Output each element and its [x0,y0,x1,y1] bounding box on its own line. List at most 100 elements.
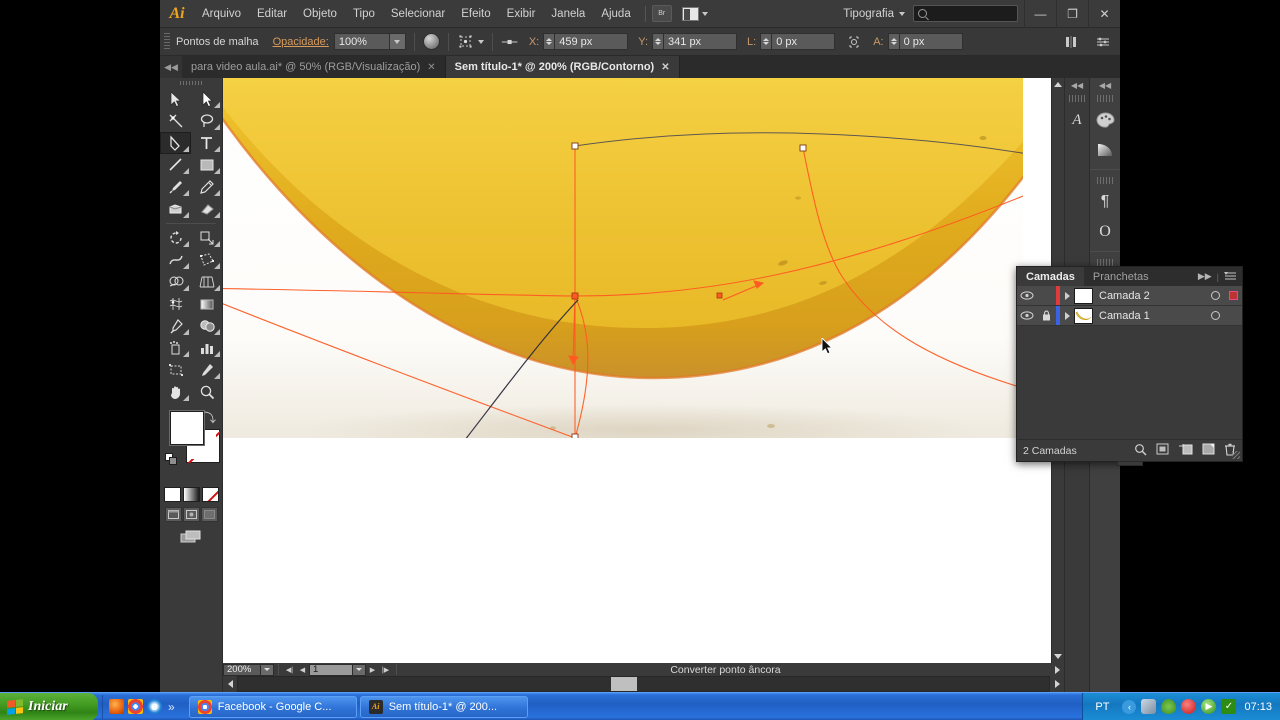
zoom-level-input[interactable]: 200% [223,663,261,676]
opacity-label[interactable]: Opacidade: [273,36,329,48]
scroll-up-icon[interactable] [1052,78,1064,91]
normal-screen-mode-button[interactable] [164,507,182,522]
full-screen-menubar-mode-button[interactable] [182,507,200,522]
tab-close-icon[interactable]: ✕ [661,62,669,73]
tool-shape-builder[interactable] [160,271,191,293]
tool-blend[interactable] [191,315,222,337]
glyphs-panel-icon[interactable]: O [1092,217,1118,247]
color-panel-icon[interactable] [1092,105,1118,135]
paragraph-panel-icon[interactable]: ¶ [1092,187,1118,217]
opacity-sphere-icon[interactable] [422,33,440,50]
security-alert-icon[interactable] [1181,699,1197,714]
panel-bottom-grip[interactable] [1116,461,1143,466]
first-artboard-button[interactable]: ◀| [283,664,296,676]
menu-selecionar[interactable]: Selecionar [383,0,453,28]
layer-visibility-icon[interactable] [1017,291,1037,300]
opacity-input[interactable]: 100% [333,33,390,50]
scroll-left-icon[interactable] [223,676,237,692]
toolbox-grip[interactable] [160,78,222,88]
tool-artboard[interactable] [160,359,191,381]
tool-symbol-sprayer[interactable] [160,337,191,359]
width-stepper[interactable] [760,33,772,50]
canvas-horizontal-scrollbar[interactable] [223,676,1064,692]
tool-scale[interactable] [191,227,222,249]
gradient-panel-icon[interactable] [1092,135,1118,165]
menu-janela[interactable]: Janela [543,0,593,28]
tool-hand[interactable] [160,381,191,403]
menu-tipo[interactable]: Tipo [345,0,383,28]
control-bar-menu-icon[interactable] [1094,34,1112,50]
align-icon[interactable] [1062,34,1080,50]
tool-gradient[interactable] [191,293,222,315]
next-artboard-button[interactable]: ▶ [366,664,379,676]
media-player-icon[interactable]: ▶ [1201,699,1217,714]
restore-button[interactable]: ❐ [1056,0,1088,28]
tool-rectangle[interactable] [191,154,222,176]
table-row[interactable]: Camada 2 [1017,286,1242,306]
constrain-proportions-icon[interactable] [845,34,863,50]
layer-target-icon[interactable] [1206,311,1224,320]
y-input[interactable]: 341 px [663,33,738,50]
tab-bar-collapse-icon[interactable]: ◀◀ [160,56,182,78]
tool-eraser[interactable] [191,198,222,220]
dock-grip[interactable] [1097,177,1113,184]
fill-swatch[interactable] [170,411,204,445]
tab-para-video-aula[interactable]: para video aula.ai* @ 50% (RGB/Visualiza… [182,56,446,78]
firefox-icon[interactable] [109,699,124,714]
tool-slice[interactable] [191,359,222,381]
dock-grip[interactable] [1097,95,1113,102]
opacity-dropdown-button[interactable] [389,33,406,50]
last-artboard-button[interactable]: |▶ [379,664,392,676]
width-input[interactable]: 0 px [771,33,836,50]
height-input[interactable]: 0 px [898,33,963,50]
full-screen-mode-button[interactable] [200,507,218,522]
chrome-icon[interactable] [128,699,143,714]
workspace-switcher[interactable]: Tipografia [835,8,913,20]
layer-expand-icon[interactable] [1060,291,1074,300]
create-new-layer-icon[interactable] [1202,443,1215,458]
task-facebook-chrome[interactable]: Facebook - Google C... [188,695,357,718]
search-input[interactable] [913,5,1018,22]
default-fill-stroke-icon[interactable] [165,453,178,466]
canvas-area[interactable]: 200% ◀| ◀ 1 ▶ |▶ Converter ponto âncora [223,78,1064,692]
dock-grip[interactable] [1097,259,1113,266]
zoom-dropdown-button[interactable] [261,663,274,676]
update-check-icon[interactable]: ✓ [1221,699,1237,714]
close-button[interactable]: ✕ [1088,0,1120,28]
none-fill-button[interactable] [201,487,219,502]
gradient-fill-button[interactable] [182,487,200,502]
dock-collapse-icon[interactable]: ◀◀ [1065,78,1089,92]
scroll-right-icon[interactable] [1050,676,1064,692]
bridge-button[interactable]: Br [651,5,672,22]
artboard[interactable] [223,78,1051,663]
layer-visibility-icon[interactable] [1017,311,1037,320]
language-indicator[interactable]: PT [1091,701,1113,713]
start-button[interactable]: Iniciar [0,692,98,720]
tool-pen[interactable] [160,132,191,154]
tool-blob-brush[interactable] [160,198,191,220]
tab-sem-titulo-1[interactable]: Sem título-1* @ 200% (RGB/Contorno) ✕ [445,56,680,78]
menu-ajuda[interactable]: Ajuda [593,0,638,28]
layer-name[interactable]: Camada 1 [1099,310,1206,322]
height-stepper[interactable] [887,33,899,50]
menu-editar[interactable]: Editar [249,0,295,28]
menu-efeito[interactable]: Efeito [453,0,498,28]
swap-fill-stroke-icon[interactable]: ⤵ [204,409,216,426]
control-bar-grip[interactable] [164,32,170,51]
tool-selection[interactable] [160,88,191,110]
tool-rotate[interactable] [160,227,191,249]
tool-zoom[interactable] [191,381,222,403]
dock-collapse-icon[interactable]: ◀◀ [1090,78,1120,92]
character-panel-icon[interactable]: A [1064,105,1090,135]
status-menu-button[interactable] [1050,665,1064,674]
network-icon[interactable] [1141,699,1157,714]
layer-selection-indicator[interactable] [1224,291,1242,300]
tool-free-transform[interactable] [191,249,222,271]
layer-lock-icon[interactable] [1037,310,1056,321]
panel-menu-icon[interactable] [1224,271,1237,283]
tab-camadas[interactable]: Camadas [1017,267,1084,286]
layer-target-icon[interactable] [1206,291,1224,300]
make-clipping-mask-icon[interactable] [1156,443,1169,458]
tool-width[interactable] [160,249,191,271]
tool-direct-selection[interactable] [191,88,222,110]
